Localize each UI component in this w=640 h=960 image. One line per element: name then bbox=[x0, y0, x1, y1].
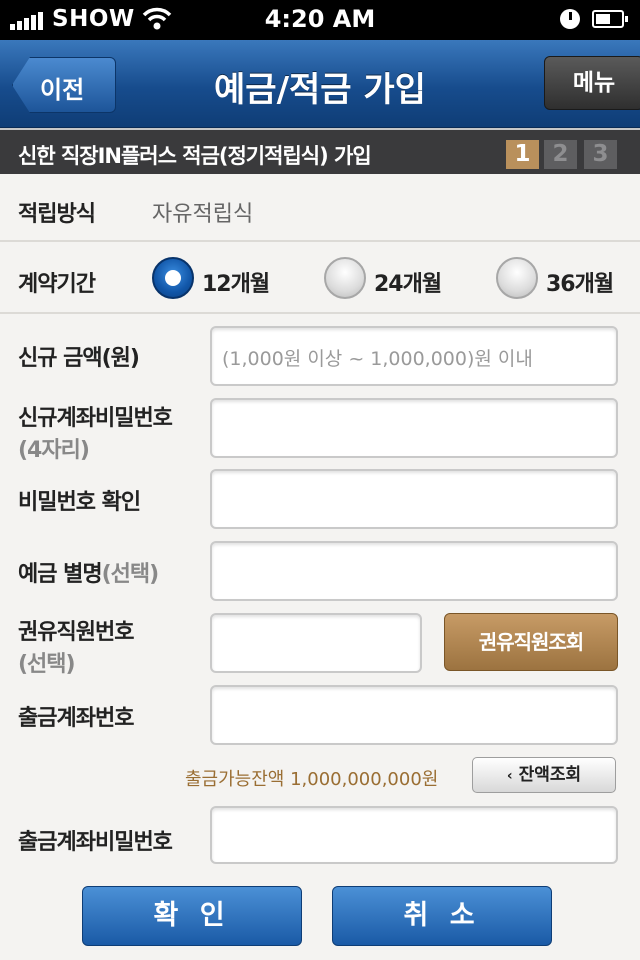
password-confirm-label: 비밀번호 확인 bbox=[18, 490, 141, 515]
staff-search-button[interactable]: 권유직원조회 bbox=[444, 613, 618, 671]
clock-time: 4:20 AM bbox=[264, 5, 376, 33]
period-36-radio[interactable] bbox=[496, 257, 538, 299]
method-label: 적립방식 bbox=[18, 202, 96, 227]
available-balance-text: 출금가능잔액 1,000,000,000원 bbox=[185, 769, 439, 790]
new-password-input[interactable] bbox=[210, 398, 618, 458]
new-password-label: 신규계좌비밀번호 bbox=[18, 406, 173, 431]
status-bar: SHOW 4:20 AM bbox=[0, 0, 640, 40]
nickname-optional-hint: (선택) bbox=[101, 562, 160, 587]
period-24-radio[interactable] bbox=[324, 257, 366, 299]
new-password-hint: (4자리) bbox=[18, 438, 90, 463]
menu-button[interactable]: 메뉴 bbox=[544, 56, 640, 110]
period-12-radio[interactable] bbox=[152, 257, 194, 299]
period-36-label[interactable]: 36개월 bbox=[546, 266, 614, 298]
alarm-clock-icon bbox=[560, 9, 580, 29]
withdraw-account-label: 출금계좌번호 bbox=[18, 706, 134, 731]
step-indicator-1: 1 bbox=[506, 140, 539, 169]
step-indicator-2: 2 bbox=[544, 140, 577, 169]
chevron-left-icon: ‹ bbox=[506, 768, 513, 784]
method-value: 자유적립식 bbox=[152, 202, 254, 227]
balance-check-button[interactable]: ‹ 잔액조회 bbox=[472, 757, 616, 793]
amount-placeholder: (1,000원 이상 ~ 1,000,000)원 이내 bbox=[222, 348, 533, 370]
period-24-label[interactable]: 24개월 bbox=[374, 266, 442, 298]
amount-label: 신규 금액(원) bbox=[18, 346, 140, 371]
period-label: 계약기간 bbox=[18, 272, 96, 297]
withdraw-password-label: 출금계좌비밀번호 bbox=[18, 830, 173, 855]
divider bbox=[0, 240, 640, 242]
amount-input[interactable]: (1,000원 이상 ~ 1,000,000)원 이내 bbox=[210, 326, 618, 386]
password-confirm-input[interactable] bbox=[210, 469, 618, 529]
battery-icon bbox=[592, 10, 628, 28]
product-title: 신한 직장IN플러스 적금(정기적립식) 가입 bbox=[18, 144, 372, 168]
withdraw-account-input[interactable] bbox=[210, 685, 618, 745]
divider bbox=[0, 312, 640, 314]
withdraw-password-input[interactable] bbox=[210, 806, 618, 864]
cancel-button[interactable]: 취 소 bbox=[332, 886, 552, 946]
confirm-button[interactable]: 확 인 bbox=[82, 886, 302, 946]
staff-number-optional-hint: (선택) bbox=[18, 652, 76, 677]
product-header: 신한 직장IN플러스 적금(정기적립식) 가입 1 2 3 bbox=[0, 128, 640, 174]
nickname-label: 예금 별명(선택) bbox=[18, 562, 160, 587]
balance-check-label: 잔액조회 bbox=[518, 765, 582, 785]
period-12-label[interactable]: 12개월 bbox=[202, 266, 270, 298]
staff-number-label: 권유직원번호 bbox=[18, 620, 134, 645]
staff-number-input[interactable] bbox=[210, 613, 422, 673]
step-indicator-3: 3 bbox=[584, 140, 617, 169]
nickname-input[interactable] bbox=[210, 541, 618, 601]
